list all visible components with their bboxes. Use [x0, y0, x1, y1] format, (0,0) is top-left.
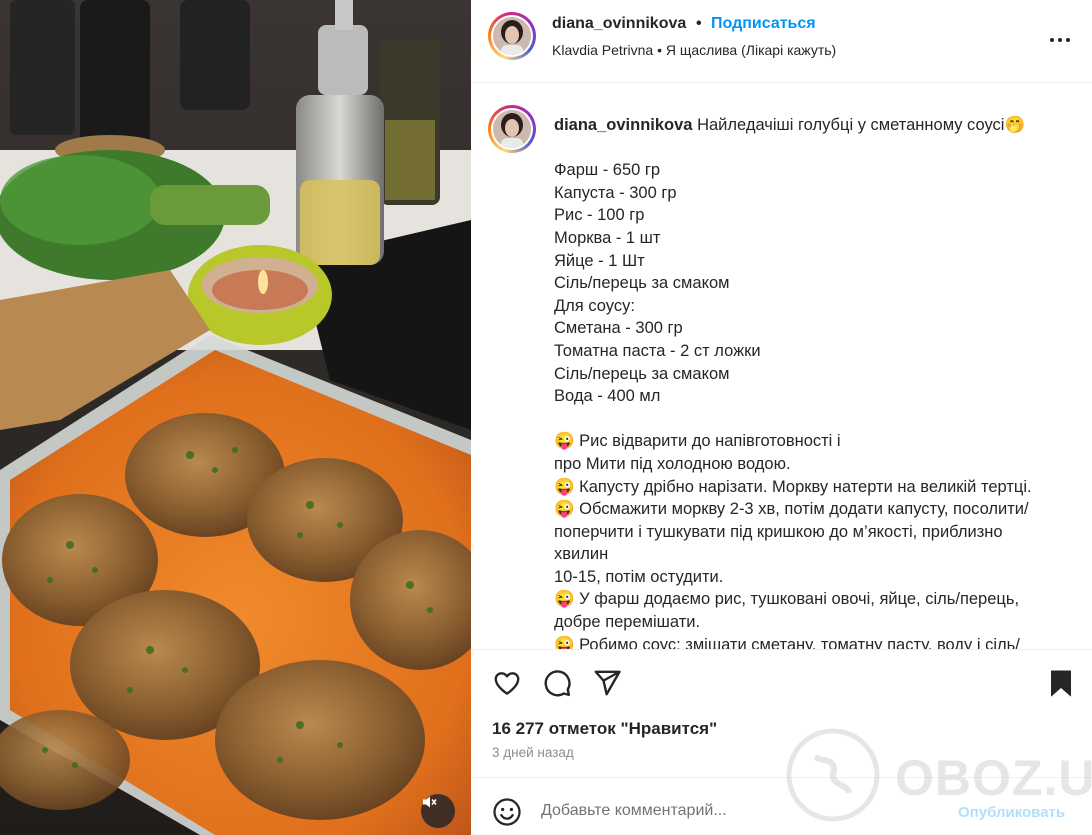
caption-title: Найледачіші голубці у сметанному соусі🤭 — [697, 116, 1026, 134]
emoji-icon[interactable] — [492, 797, 522, 827]
avatar-photo — [493, 110, 531, 148]
caption-avatar[interactable] — [488, 105, 536, 153]
likes-count[interactable]: 16 277 отметок "Нравится" — [492, 719, 717, 739]
follow-button[interactable]: Подписаться — [711, 15, 816, 33]
comment-icon[interactable] — [542, 668, 572, 698]
caption-body: Фарш - 650 гр Капуста - 300 гр Рис - 100… — [554, 161, 1032, 649]
header-separator: • — [696, 15, 702, 32]
post-panel: diana_ovinnikova • Подписаться Klavdia P… — [471, 0, 1092, 835]
comment-input[interactable] — [541, 802, 931, 820]
post-header: diana_ovinnikova • Подписаться Klavdia P… — [471, 0, 1092, 83]
audio-artist[interactable]: Klavdia Petrivna — [552, 42, 653, 58]
avatar[interactable] — [488, 12, 536, 60]
post-timestamp[interactable]: 3 дней назад — [492, 745, 574, 760]
audio-info[interactable]: Klavdia Petrivna • Я щаслива (Лікарі каж… — [552, 42, 836, 58]
caption-text: diana_ovinnikova Найледачіші голубці у с… — [554, 114, 1064, 649]
post-actions: 16 277 отметок "Нравится" 3 дней назад — [471, 649, 1092, 778]
avatar-photo — [493, 17, 531, 55]
post-author-username[interactable]: diana_ovinnikova — [552, 15, 686, 33]
bookmark-icon[interactable] — [1046, 668, 1076, 698]
publish-button[interactable]: Опубликовать — [958, 804, 1065, 821]
audio-separator: • — [657, 42, 662, 58]
food-photo — [0, 0, 471, 835]
speaker-muted-icon — [423, 796, 437, 808]
heart-icon[interactable] — [492, 668, 522, 698]
caption-username[interactable]: diana_ovinnikova — [554, 116, 692, 134]
caption-section[interactable]: diana_ovinnikova Найледачіші голубці у с… — [471, 83, 1092, 649]
share-icon[interactable] — [592, 668, 622, 698]
mute-button[interactable] — [421, 794, 455, 828]
more-horizontal-icon[interactable] — [1048, 28, 1072, 52]
post-media[interactable] — [0, 0, 471, 835]
comment-form: Опубликовать — [471, 777, 1092, 835]
audio-title[interactable]: Я щаслива (Лікарі кажуть) — [666, 42, 836, 58]
